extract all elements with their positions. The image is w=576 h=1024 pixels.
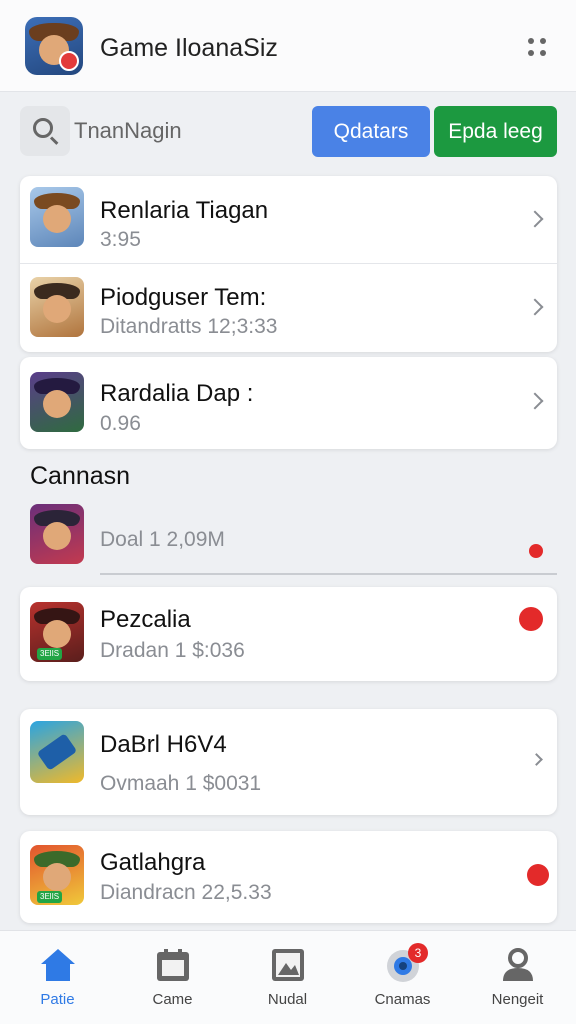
list-item[interactable]: 3ElIS Pezcalia Dradan 1 $:036 <box>20 587 557 681</box>
nav-item-profile[interactable]: Nengeit <box>460 931 575 1024</box>
image-icon <box>272 949 304 981</box>
user-icon <box>503 948 533 981</box>
game-thumbnail-icon <box>30 721 84 783</box>
item-subtitle: Ditandratts 12;3:33 <box>100 315 278 338</box>
list-item[interactable]: DaBrl H6V4 Ovmaah 1 $0031 <box>20 709 557 815</box>
secondary-action-button[interactable]: Epda leeg <box>434 106 557 157</box>
item-title: DaBrl H6V4 <box>100 731 227 758</box>
search-input[interactable] <box>74 114 294 148</box>
section-heading: Cannasn <box>30 462 131 490</box>
chevron-right-icon <box>526 298 544 316</box>
item-subtitle: Diandracn 22,5.33 <box>100 881 272 904</box>
bottom-nav: Patie Came Nudal 3 Cnamas Nengeit <box>0 930 576 1024</box>
nav-item-game[interactable]: Came <box>115 931 230 1024</box>
level-tag: 3ElIS <box>37 648 63 660</box>
list-item[interactable]: Piodguser Tem: Ditandratts 12;3:33 <box>20 264 557 352</box>
game-thumbnail-icon <box>30 372 84 432</box>
item-subtitle: Doal 1 2,09M <box>100 528 225 551</box>
notification-count-badge: 3 <box>408 943 428 963</box>
game-thumbnail-icon: 3ElIS <box>30 602 84 662</box>
level-tag: 3ElIS <box>37 891 63 903</box>
item-title: Pezcalia <box>100 606 191 633</box>
item-subtitle: 0.96 <box>100 412 141 435</box>
list-item[interactable]: Rardalia Dap : 0.96 <box>20 357 557 449</box>
more-dots-icon[interactable] <box>528 38 550 60</box>
nav-item-media[interactable]: Nudal <box>230 931 345 1024</box>
home-icon <box>41 949 75 981</box>
list-item[interactable]: Renlaria Tiagan 3:95 <box>20 176 557 264</box>
item-subtitle: Ovmaah 1 $0031 <box>100 772 262 795</box>
chevron-right-icon <box>526 210 544 228</box>
item-subtitle: 3:95 <box>100 228 141 251</box>
calendar-icon <box>157 949 189 981</box>
item-title: Gatlahgra <box>100 849 206 876</box>
search-bar: Qdatars Epda leeg <box>20 106 557 158</box>
app-bar: Game IloanaSiz <box>0 0 576 92</box>
game-thumbnail-icon: 3ElIS <box>30 845 84 905</box>
nav-item-channels[interactable]: 3 Cnamas <box>345 931 460 1024</box>
page-title: Game IloanaSiz <box>100 34 278 62</box>
item-title: Piodguser Tem: <box>100 284 267 311</box>
list-item[interactable]: 3ElIS Gatlahgra Diandracn 22,5.33 <box>20 831 557 923</box>
nav-item-home[interactable]: Patie <box>0 931 115 1024</box>
item-title: Rardalia Dap : <box>100 380 254 407</box>
list-item[interactable]: Doal 1 2,09M <box>20 496 557 578</box>
item-subtitle: Dradan 1 $:036 <box>100 639 245 662</box>
chevron-right-icon <box>526 392 544 410</box>
primary-list-card: Renlaria Tiagan 3:95 Piodguser Tem: Dita… <box>20 176 557 352</box>
app-logo-icon[interactable] <box>25 17 83 75</box>
chevron-right-icon <box>530 753 543 766</box>
notification-pin-icon[interactable] <box>519 607 543 631</box>
game-thumbnail-icon <box>30 277 84 337</box>
game-thumbnail-icon <box>30 187 84 247</box>
item-title: Renlaria Tiagan <box>100 197 269 224</box>
notification-badge-icon[interactable] <box>527 864 549 886</box>
progress-line <box>100 573 557 575</box>
alert-dot-icon <box>529 544 543 558</box>
game-thumbnail-icon <box>30 504 84 564</box>
primary-action-button[interactable]: Qdatars <box>312 106 430 157</box>
search-icon[interactable] <box>20 106 70 156</box>
